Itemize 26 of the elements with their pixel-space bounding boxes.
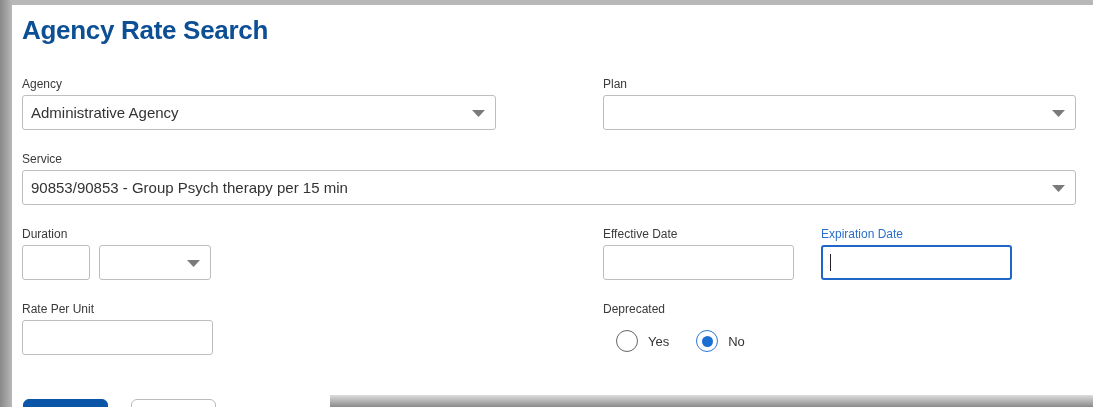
- page-title: Agency Rate Search: [22, 15, 269, 45]
- input-field[interactable]: [22, 320, 213, 355]
- caret-icon: [1052, 185, 1065, 192]
- field-label: Duration: [22, 227, 69, 241]
- input-field[interactable]: [603, 245, 794, 280]
- caret-icon: [472, 110, 485, 117]
- field-label: Agency: [22, 77, 64, 91]
- input-field[interactable]: [821, 245, 1012, 280]
- dropdown[interactable]: [99, 245, 211, 280]
- field-label: Rate Per Unit: [22, 302, 96, 316]
- radio-button[interactable]: [616, 330, 638, 352]
- dropdown[interactable]: [603, 95, 1076, 130]
- caret-icon: [1052, 110, 1065, 117]
- field-label: Plan: [603, 77, 629, 91]
- field-label: Effective Date: [603, 227, 679, 241]
- dropdown[interactable]: Administrative Agency: [22, 95, 496, 130]
- field-label: Service: [22, 152, 63, 166]
- caret-icon: [187, 260, 200, 267]
- radio-label[interactable]: No: [728, 333, 745, 349]
- field-label: Expiration Date: [821, 227, 905, 241]
- field-label: Deprecated: [603, 302, 667, 316]
- input-field[interactable]: [22, 245, 90, 280]
- text-cursor: [830, 254, 831, 271]
- dropdown[interactable]: 90853/90853 - Group Psych therapy per 15 min: [22, 170, 1076, 205]
- radio-label[interactable]: Yes: [648, 333, 670, 349]
- radio-button[interactable]: [696, 330, 719, 352]
